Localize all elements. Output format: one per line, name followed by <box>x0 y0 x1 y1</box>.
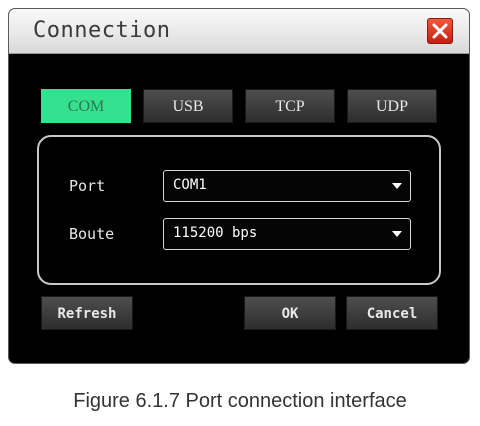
cancel-button[interactable]: Cancel <box>346 296 438 330</box>
dropdown-arrow-icon <box>392 183 402 189</box>
figure-caption: Figure 6.1.7 Port connection interface <box>73 390 407 412</box>
port-select-value: COM1 <box>173 177 207 193</box>
connection-type-tabs: COM USB TCP UDP <box>41 89 439 123</box>
port-label: Port <box>69 177 106 195</box>
dialog-title: Connection <box>33 18 171 43</box>
tab-tcp[interactable]: TCP <box>245 89 335 123</box>
ok-button[interactable]: OK <box>244 296 336 330</box>
baud-select[interactable]: 115200 bps <box>163 218 411 250</box>
dropdown-arrow-icon <box>392 231 402 237</box>
title-bar[interactable]: Connection <box>9 9 469 54</box>
close-x-icon <box>432 23 448 39</box>
close-button[interactable] <box>427 18 453 44</box>
tab-udp[interactable]: UDP <box>347 89 437 123</box>
baud-label: Boute <box>69 225 115 243</box>
refresh-button[interactable]: Refresh <box>41 296 133 330</box>
connection-dialog: Connection COM USB TCP UDP Port COM1 Bou… <box>8 8 470 364</box>
baud-select-value: 115200 bps <box>173 225 258 241</box>
settings-group: Port COM1 Boute 115200 bps <box>37 135 441 285</box>
tab-com[interactable]: COM <box>41 89 131 123</box>
port-select[interactable]: COM1 <box>163 170 411 202</box>
tab-usb[interactable]: USB <box>143 89 233 123</box>
